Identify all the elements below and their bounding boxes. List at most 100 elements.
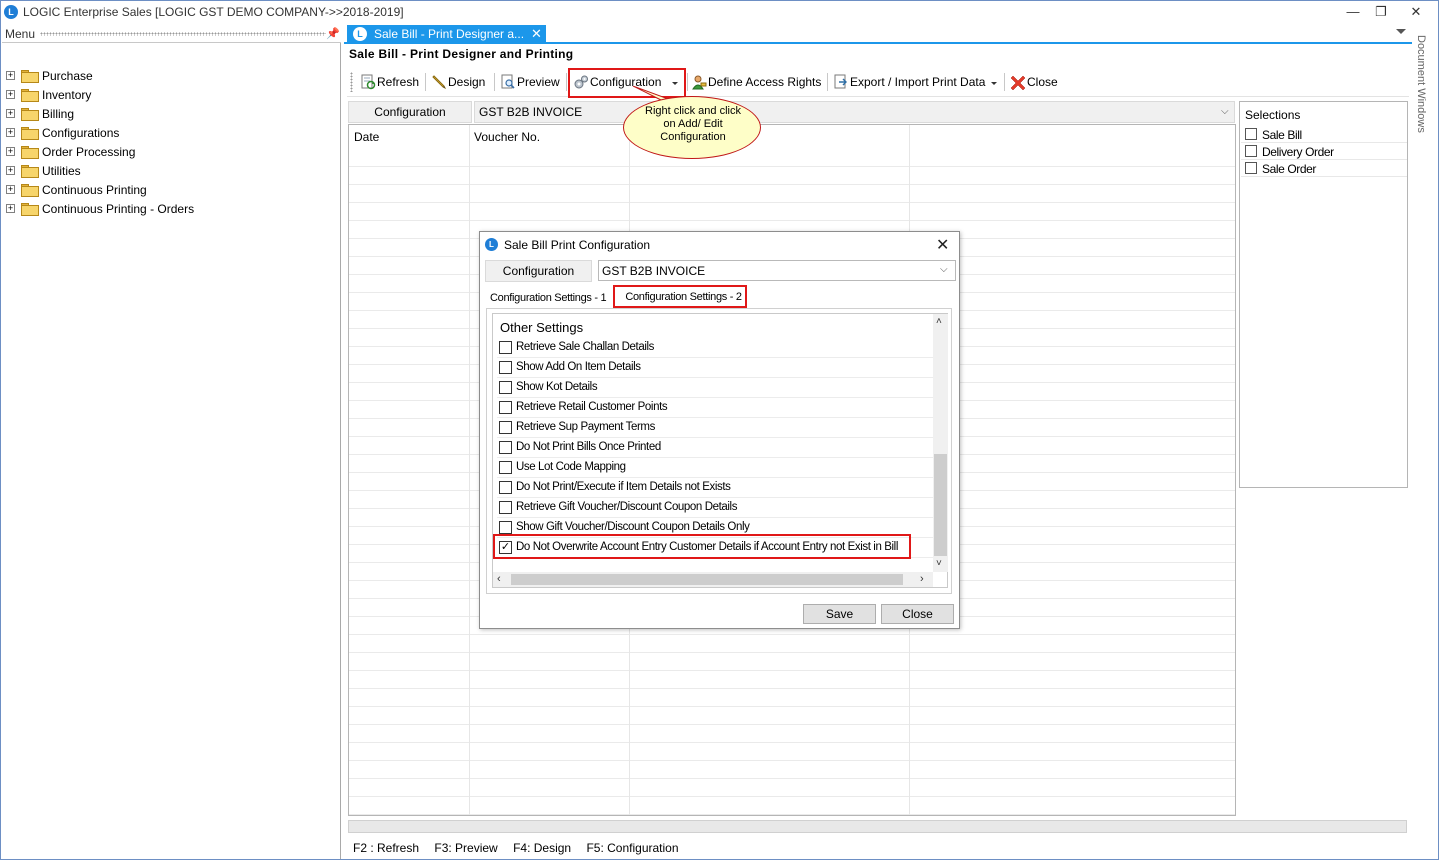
folder-icon bbox=[21, 184, 39, 197]
checkbox[interactable] bbox=[499, 341, 512, 354]
close-toolbar-button[interactable]: Close bbox=[1010, 71, 1065, 93]
setting-retrieve-sup-payment-terms[interactable]: Retrieve Sup Payment Terms bbox=[497, 418, 933, 438]
preview-button[interactable]: Preview bbox=[500, 71, 562, 93]
dialog-configuration-value: GST B2B INVOICE bbox=[602, 264, 706, 278]
scroll-right-icon[interactable]: › bbox=[920, 573, 924, 585]
checkbox[interactable] bbox=[1245, 145, 1257, 157]
folder-icon bbox=[21, 89, 39, 102]
selection-delivery-order[interactable]: Delivery Order bbox=[1241, 143, 1407, 160]
selection-sale-bill[interactable]: Sale Bill bbox=[1241, 126, 1407, 143]
pin-icon[interactable]: 📌 bbox=[326, 27, 340, 40]
checkbox[interactable] bbox=[1245, 128, 1257, 140]
checkbox[interactable] bbox=[499, 421, 512, 434]
preview-label: Preview bbox=[517, 75, 560, 89]
page-title: Sale Bill - Print Designer and Printing bbox=[349, 47, 574, 61]
setting-do-not-print-execute-if-item-details-not-exists[interactable]: Do Not Print/Execute if Item Details not… bbox=[497, 478, 933, 498]
selection-sale-order[interactable]: Sale Order bbox=[1241, 160, 1407, 177]
dialog-configuration-selector: Configuration GST B2B INVOICE ⌵ bbox=[485, 260, 956, 282]
column-header-date[interactable]: Date bbox=[354, 130, 379, 144]
setting-retrieve-sale-challan-details[interactable]: Retrieve Sale Challan Details bbox=[497, 338, 933, 358]
toolbar-grip[interactable] bbox=[350, 72, 353, 92]
checkbox[interactable] bbox=[499, 481, 512, 494]
app-window: L LOGIC Enterprise Sales [LOGIC GST DEMO… bbox=[0, 0, 1439, 860]
close-window-button[interactable]: ✕ bbox=[1404, 3, 1428, 21]
checkbox[interactable] bbox=[499, 461, 512, 474]
expand-icon[interactable]: + bbox=[6, 71, 15, 80]
setting-retrieve-retail-customer-points[interactable]: Retrieve Retail Customer Points bbox=[497, 398, 933, 418]
column-header-voucher-no[interactable]: Voucher No. bbox=[474, 130, 540, 144]
restore-button[interactable]: ❐ bbox=[1369, 3, 1393, 21]
tree-item-label: Utilities bbox=[42, 164, 81, 178]
scroll-up-icon[interactable]: ˄ bbox=[936, 316, 942, 327]
close-tab-icon[interactable]: ✕ bbox=[531, 26, 542, 42]
expand-icon[interactable]: + bbox=[6, 185, 15, 194]
shortcut-design: F4: Design bbox=[513, 841, 572, 855]
configuration-value: GST B2B INVOICE bbox=[479, 105, 583, 119]
tab-list-dropdown-icon[interactable] bbox=[1396, 29, 1406, 34]
setting-label: Retrieve Gift Voucher/Discount Coupon De… bbox=[516, 501, 738, 513]
scroll-down-icon[interactable]: ˅ bbox=[936, 558, 942, 569]
setting-show-add-on-item-details[interactable]: Show Add On Item Details bbox=[497, 358, 933, 378]
expand-icon[interactable]: + bbox=[6, 90, 15, 99]
horizontal-scrollbar[interactable] bbox=[348, 820, 1407, 833]
scroll-thumb[interactable] bbox=[934, 454, 947, 556]
tree-item-continuous-printing[interactable]: + Continuous Printing bbox=[6, 181, 306, 200]
expand-icon[interactable]: + bbox=[6, 147, 15, 156]
tree-item-utilities[interactable]: + Utilities bbox=[6, 162, 306, 181]
tree-item-inventory[interactable]: + Inventory bbox=[6, 86, 306, 105]
checkbox[interactable] bbox=[499, 381, 512, 394]
tree-item-continuous-printing-orders[interactable]: + Continuous Printing - Orders bbox=[6, 200, 306, 219]
app-logo-icon: L bbox=[4, 5, 18, 19]
scroll-thumb[interactable] bbox=[511, 574, 903, 585]
checkbox[interactable] bbox=[1245, 162, 1257, 174]
selection-label: Delivery Order bbox=[1262, 145, 1334, 159]
tree-item-configurations[interactable]: + Configurations bbox=[6, 124, 306, 143]
expand-icon[interactable]: + bbox=[6, 109, 15, 118]
shortcut-configuration: F5: Configuration bbox=[586, 841, 679, 855]
minimize-button[interactable]: — bbox=[1341, 3, 1365, 21]
instruction-callout: Right click and click on Add/ Edit Confi… bbox=[623, 86, 761, 159]
design-label: Design bbox=[448, 75, 486, 89]
checkbox[interactable] bbox=[499, 521, 512, 534]
save-button[interactable]: Save bbox=[803, 604, 876, 624]
tree-item-order-processing[interactable]: + Order Processing bbox=[6, 143, 306, 162]
tree-item-billing[interactable]: + Billing bbox=[6, 105, 306, 124]
menu-grip[interactable] bbox=[40, 32, 326, 36]
pencil-icon bbox=[432, 75, 447, 90]
setting-use-lot-code-mapping[interactable]: Use Lot Code Mapping bbox=[497, 458, 933, 478]
checkbox[interactable] bbox=[499, 501, 512, 514]
close-button[interactable]: Close bbox=[881, 604, 954, 624]
expand-icon[interactable]: + bbox=[6, 204, 15, 213]
tree-item-purchase[interactable]: + Purchase bbox=[6, 67, 306, 86]
refresh-button[interactable]: Refresh bbox=[360, 71, 422, 93]
define-access-rights-button[interactable]: Define Access Rights bbox=[691, 71, 821, 93]
configuration-tab-label[interactable]: Configuration bbox=[348, 101, 472, 123]
folder-icon bbox=[21, 203, 39, 216]
horizontal-scrollbar[interactable]: ‹ › bbox=[493, 572, 933, 587]
setting-show-kot-details[interactable]: Show Kot Details bbox=[497, 378, 933, 398]
chevron-down-icon[interactable]: ⌵ bbox=[940, 264, 948, 275]
checkbox[interactable] bbox=[499, 401, 512, 414]
folder-icon bbox=[21, 127, 39, 140]
tab-sale-bill-print-designer[interactable]: L Sale Bill - Print Designer a... ✕ bbox=[347, 25, 546, 43]
menu-header: Menu 📌 bbox=[2, 25, 341, 43]
design-button[interactable]: Design bbox=[431, 71, 489, 93]
expand-icon[interactable]: + bbox=[6, 166, 15, 175]
dialog-configuration-combo[interactable]: GST B2B INVOICE ⌵ bbox=[598, 260, 956, 281]
chevron-down-icon[interactable]: ⌵ bbox=[1221, 106, 1229, 117]
scroll-left-icon[interactable]: ‹ bbox=[497, 573, 501, 585]
close-icon[interactable]: ✕ bbox=[936, 235, 949, 255]
setting-retrieve-gift-voucher-discount-coupon-details[interactable]: Retrieve Gift Voucher/Discount Coupon De… bbox=[497, 498, 933, 518]
vertical-scrollbar[interactable]: ˄ ˅ bbox=[933, 314, 948, 572]
configuration-combo[interactable]: GST B2B INVOICE ⌵ bbox=[474, 101, 1235, 123]
tab-configuration-settings-1[interactable]: Configuration Settings - 1 bbox=[490, 290, 614, 308]
export-import-print-data-button[interactable]: Export / Import Print Data bbox=[833, 71, 998, 93]
expand-icon[interactable]: + bbox=[6, 128, 15, 137]
checkbox[interactable] bbox=[499, 361, 512, 374]
tree-item-label: Billing bbox=[42, 107, 75, 121]
other-settings-heading: Other Settings bbox=[500, 320, 584, 335]
document-windows-side-tab[interactable]: Document Windows bbox=[1415, 35, 1435, 155]
setting-do-not-print-bills-once-printed[interactable]: Do Not Print Bills Once Printed bbox=[497, 438, 933, 458]
checkbox[interactable] bbox=[499, 441, 512, 454]
tree-item-label: Configurations bbox=[42, 126, 120, 140]
